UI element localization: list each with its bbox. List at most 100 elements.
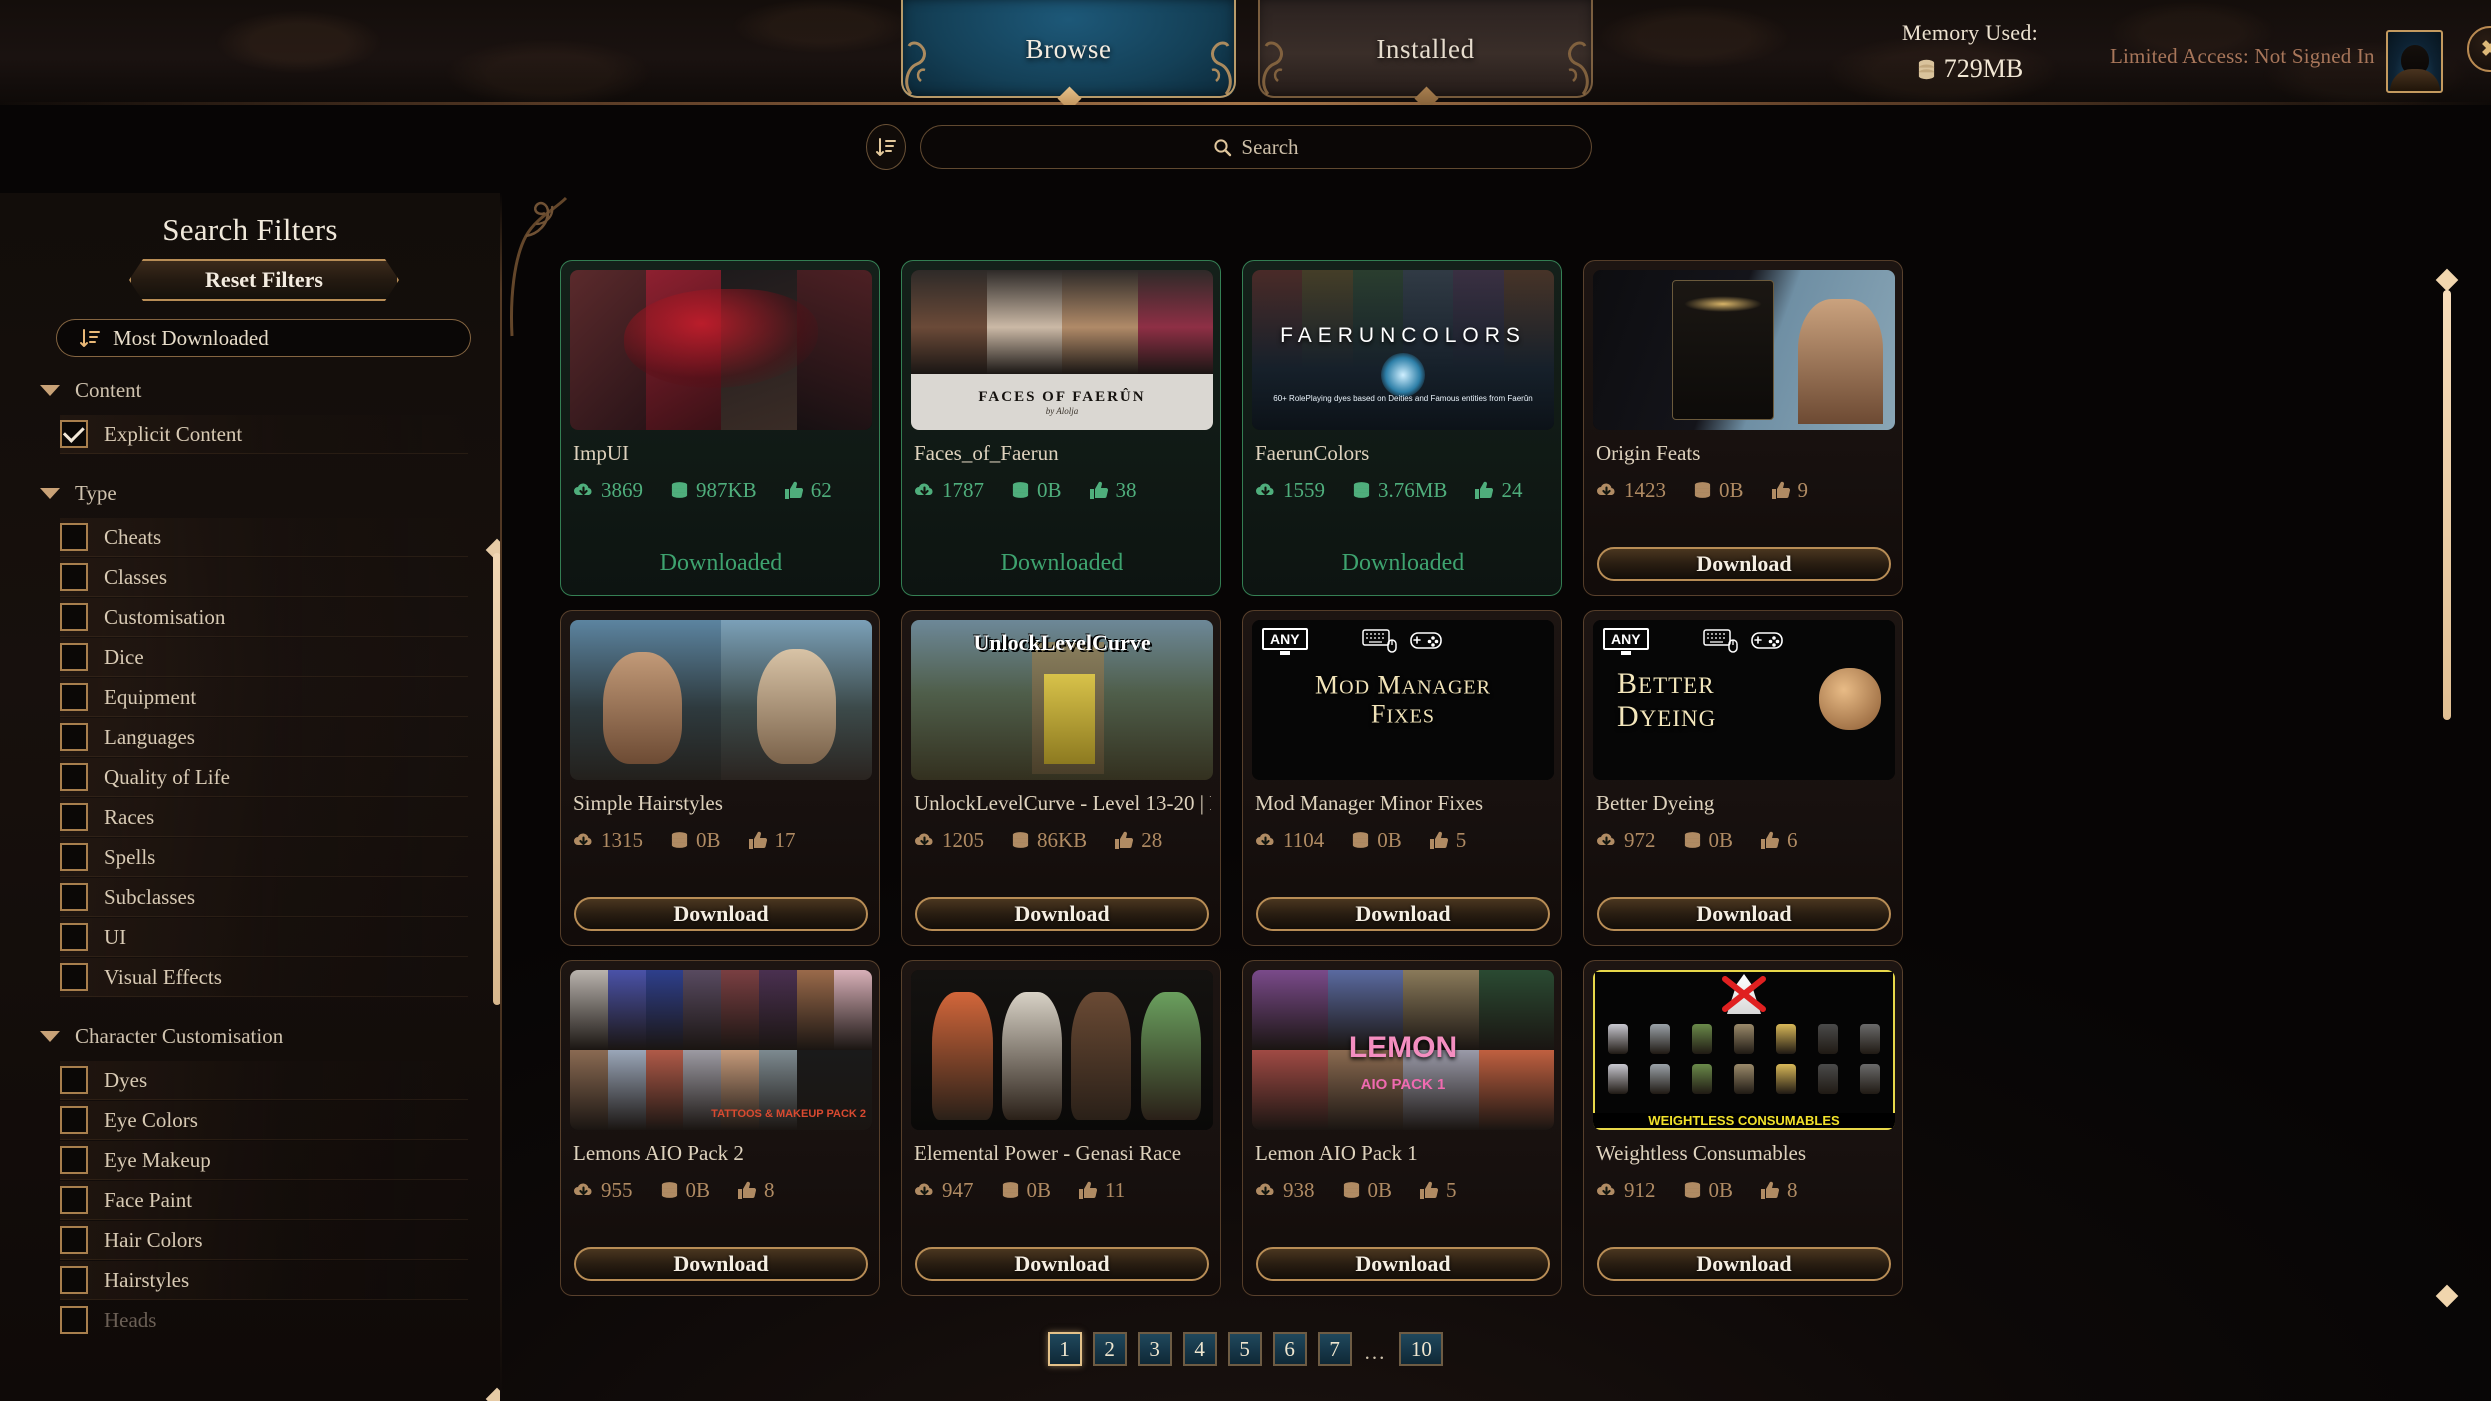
mod-card[interactable]: Origin Feats 1423 0B 9 Download [1583, 260, 1903, 596]
tab-installed[interactable]: Installed [1258, 0, 1593, 105]
checkbox-icon[interactable] [60, 603, 88, 631]
filter-group-header[interactable]: Character Customisation [40, 1024, 283, 1049]
filter-item-equipment[interactable]: Equipment [60, 678, 468, 717]
mod-card[interactable]: FACES OF FAERÛN by Alolja Faces_of_Faerun 1… [901, 260, 1221, 596]
page-button-last[interactable]: 10 [1399, 1332, 1444, 1366]
filter-item-cheats[interactable]: Cheats [60, 518, 468, 557]
checkbox-icon[interactable] [60, 1066, 88, 1094]
mod-card[interactable]: ImpUI 3869 987KB 62 Downloaded [560, 260, 880, 596]
checkbox-icon[interactable] [60, 1106, 88, 1134]
filter-item-explicit-content[interactable]: Explicit Content [60, 415, 468, 454]
content-scroll-down-arrow[interactable] [2435, 1284, 2459, 1308]
page-button-7[interactable]: 7 [1317, 1332, 1352, 1366]
checkbox-icon[interactable] [60, 523, 88, 551]
tab-installed-label: Installed [1376, 33, 1475, 64]
filter-item-dyes[interactable]: Dyes [60, 1061, 468, 1100]
filter-item-dice[interactable]: Dice [60, 638, 468, 677]
checkbox-icon[interactable] [60, 1146, 88, 1174]
content-scroll-up-arrow[interactable] [2435, 268, 2459, 292]
filter-item-label: Quality of Life [104, 764, 230, 789]
download-button[interactable]: Download [1597, 1247, 1891, 1281]
download-button[interactable]: Download [1256, 1247, 1550, 1281]
mod-card[interactable]: UnlockLevelCurve UnlockLevelCurve - Level… [901, 610, 1221, 946]
filter-item-visual-effects[interactable]: Visual Effects [60, 958, 468, 997]
filter-item-face-paint[interactable]: Face Paint [60, 1181, 468, 1220]
filter-item-label: Languages [104, 724, 195, 749]
download-button[interactable]: Download [574, 1247, 868, 1281]
tab-browse[interactable]: Browse [901, 0, 1236, 105]
mod-likes: 5 [1419, 1178, 1457, 1203]
filter-item-spells[interactable]: Spells [60, 838, 468, 877]
checkbox-icon[interactable] [60, 1226, 88, 1254]
mod-card[interactable]: FAERUNCOLORS 60+ RolePlaying dyes based o… [1242, 260, 1562, 596]
memory-used-value-row: 729MB [1855, 54, 2085, 84]
checkbox-icon[interactable] [60, 883, 88, 911]
thumb-caption: FACES OF FAERÛN [978, 388, 1146, 405]
mod-thumbnail: WEIGHTLESS CONSUMABLES [1593, 970, 1895, 1130]
filter-item-eye-colors[interactable]: Eye Colors [60, 1101, 468, 1140]
reset-filters-button[interactable]: Reset Filters [129, 259, 399, 301]
page-button-label: 6 [1284, 1336, 1295, 1361]
mod-card[interactable]: ANY MOD MANAGER FIXES Mod Manager Minor Fix… [1242, 610, 1562, 946]
checkbox-icon[interactable] [60, 923, 88, 951]
filter-item-races[interactable]: Races [60, 798, 468, 837]
filter-item-subclasses[interactable]: Subclasses [60, 878, 468, 917]
mod-likes: 24 [1474, 478, 1522, 503]
filter-item-ui[interactable]: UI [60, 918, 468, 957]
pagination-ellipsis: ... [1364, 1339, 1387, 1364]
checkbox-icon[interactable] [60, 1186, 88, 1214]
checkbox-icon[interactable] [60, 723, 88, 751]
filter-item-label: Spells [104, 844, 156, 869]
filter-group-header[interactable]: Content [40, 378, 142, 403]
page-button-3[interactable]: 3 [1137, 1332, 1172, 1366]
checkbox-icon[interactable] [60, 843, 88, 871]
filter-item-languages[interactable]: Languages [60, 718, 468, 757]
mod-card[interactable]: Simple Hairstyles 1315 0B 17 Download [560, 610, 880, 946]
checkbox-icon[interactable] [60, 643, 88, 671]
mod-downloads: 1423 [1596, 478, 1666, 503]
mod-card[interactable]: Elemental Power - Genasi Race 947 0B 11 Down… [901, 960, 1221, 1296]
disk-stack-icon [1684, 832, 1700, 848]
thumbs-up-icon [784, 481, 803, 499]
sort-order-select[interactable]: Most Downloaded [56, 319, 471, 357]
mod-card[interactable]: ANY BETTER DYEING Better Dyeing 972 0B 6 Downlo… [1583, 610, 1903, 946]
filter-item-hairstyles[interactable]: Hairstyles [60, 1261, 468, 1300]
sort-toggle-button[interactable] [866, 124, 906, 170]
filter-item-quality-of-life[interactable]: Quality of Life [60, 758, 468, 797]
mod-card[interactable]: TATTOOS & MAKEUP PACK 2 Lemons AIO Pack 2… [560, 960, 880, 1296]
mod-card[interactable]: LEMON AIO PACK 1 Lemon AIO Pack 1 938 0B 5 Dow… [1242, 960, 1562, 1296]
close-icon[interactable]: ✖ [2467, 26, 2491, 72]
avatar[interactable] [2386, 30, 2443, 93]
checkbox-icon[interactable] [60, 1266, 88, 1294]
download-button[interactable]: Download [1597, 897, 1891, 931]
thumbs-up-icon [1429, 831, 1448, 849]
checkbox-icon[interactable] [60, 963, 88, 991]
mod-card[interactable]: WEIGHTLESS CONSUMABLES Weightless Consuma… [1583, 960, 1903, 1296]
page-button-5[interactable]: 5 [1227, 1332, 1262, 1366]
filter-item-customisation[interactable]: Customisation [60, 598, 468, 637]
mod-title: Mod Manager Minor Fixes [1255, 791, 1484, 815]
sidebar-scrollbar[interactable] [493, 553, 500, 1005]
checkbox-icon[interactable] [60, 563, 88, 591]
page-button-2[interactable]: 2 [1092, 1332, 1127, 1366]
checkbox-icon[interactable] [60, 1306, 88, 1334]
checkbox-icon[interactable] [60, 803, 88, 831]
filter-group-header[interactable]: Type [40, 481, 117, 506]
download-button[interactable]: Download [915, 897, 1209, 931]
download-button[interactable]: Download [1256, 897, 1550, 931]
filter-item-classes[interactable]: Classes [60, 558, 468, 597]
content-scrollbar[interactable] [2443, 290, 2451, 720]
download-button[interactable]: Download [1597, 547, 1891, 581]
checkbox-icon[interactable] [60, 763, 88, 791]
checkbox-icon[interactable] [60, 420, 88, 448]
download-button[interactable]: Download [915, 1247, 1209, 1281]
checkbox-icon[interactable] [60, 683, 88, 711]
filter-item-eye-makeup[interactable]: Eye Makeup [60, 1141, 468, 1180]
download-button[interactable]: Download [574, 897, 868, 931]
page-button-1[interactable]: 1 [1047, 1332, 1082, 1366]
filter-item-hair-colors[interactable]: Hair Colors [60, 1221, 468, 1260]
sidebar-scroll-down-arrow[interactable] [485, 1387, 500, 1401]
search-input[interactable]: Search [920, 125, 1592, 169]
page-button-6[interactable]: 6 [1272, 1332, 1307, 1366]
page-button-4[interactable]: 4 [1182, 1332, 1217, 1366]
